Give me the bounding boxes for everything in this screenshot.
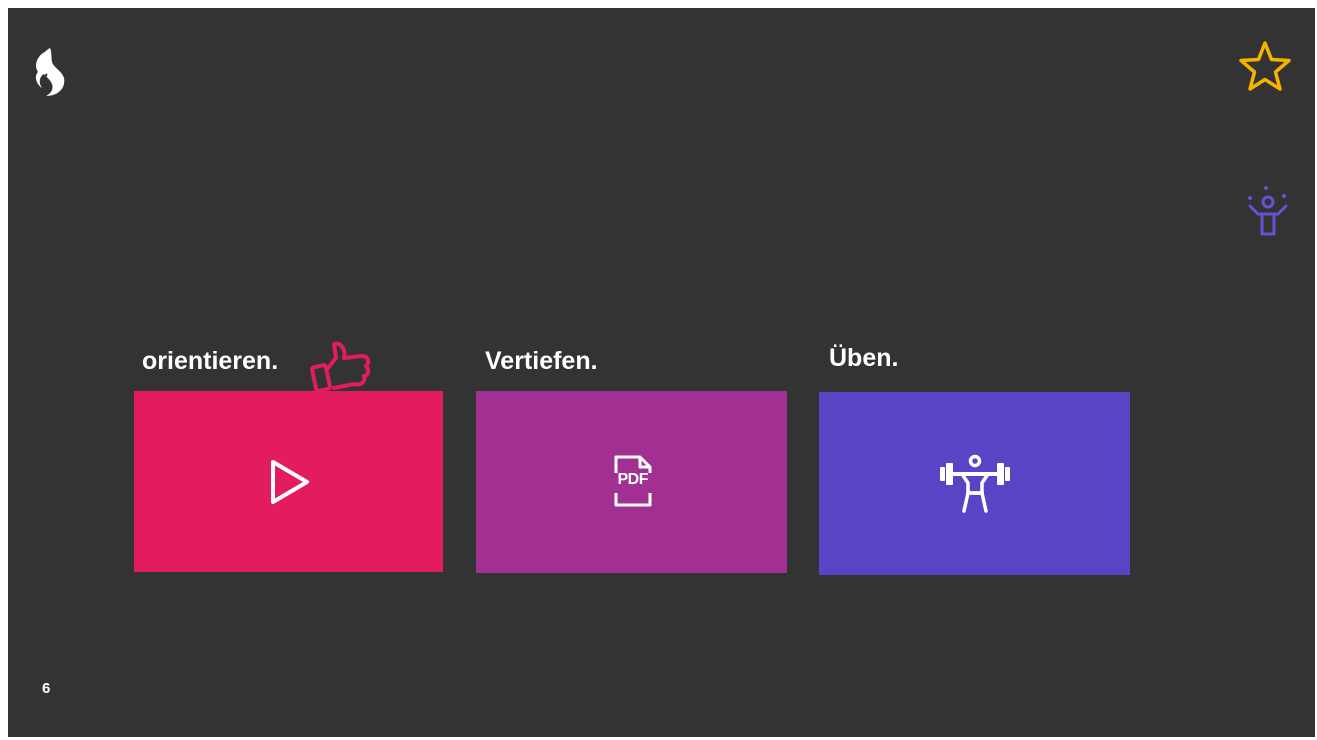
slide-canvas: orientieren. Vertiefen. PDF Üben. 6 <box>8 8 1315 737</box>
star-icon <box>1239 41 1291 91</box>
thumbs-up-decoration <box>308 338 376 394</box>
section-label-ueben: Üben. <box>829 344 899 372</box>
favorite-button[interactable] <box>1236 38 1294 96</box>
section-label-vertiefen: Vertiefen. <box>485 347 598 375</box>
profile-button[interactable] <box>1244 184 1292 240</box>
juggler-person-icon <box>1248 186 1288 236</box>
swisscom-logo-icon <box>35 48 65 96</box>
section-label-orientieren: orientieren. <box>142 347 279 375</box>
page-number: 6 <box>42 680 51 697</box>
weightlifter-icon <box>939 454 1010 513</box>
pdf-document-icon: PDF <box>606 455 658 509</box>
thumbs-up-icon <box>310 341 371 393</box>
logo <box>30 44 72 98</box>
pdf-tile[interactable]: PDF <box>476 391 787 573</box>
video-tile[interactable] <box>134 391 443 572</box>
play-icon <box>270 459 309 504</box>
exercise-tile[interactable] <box>819 392 1130 575</box>
